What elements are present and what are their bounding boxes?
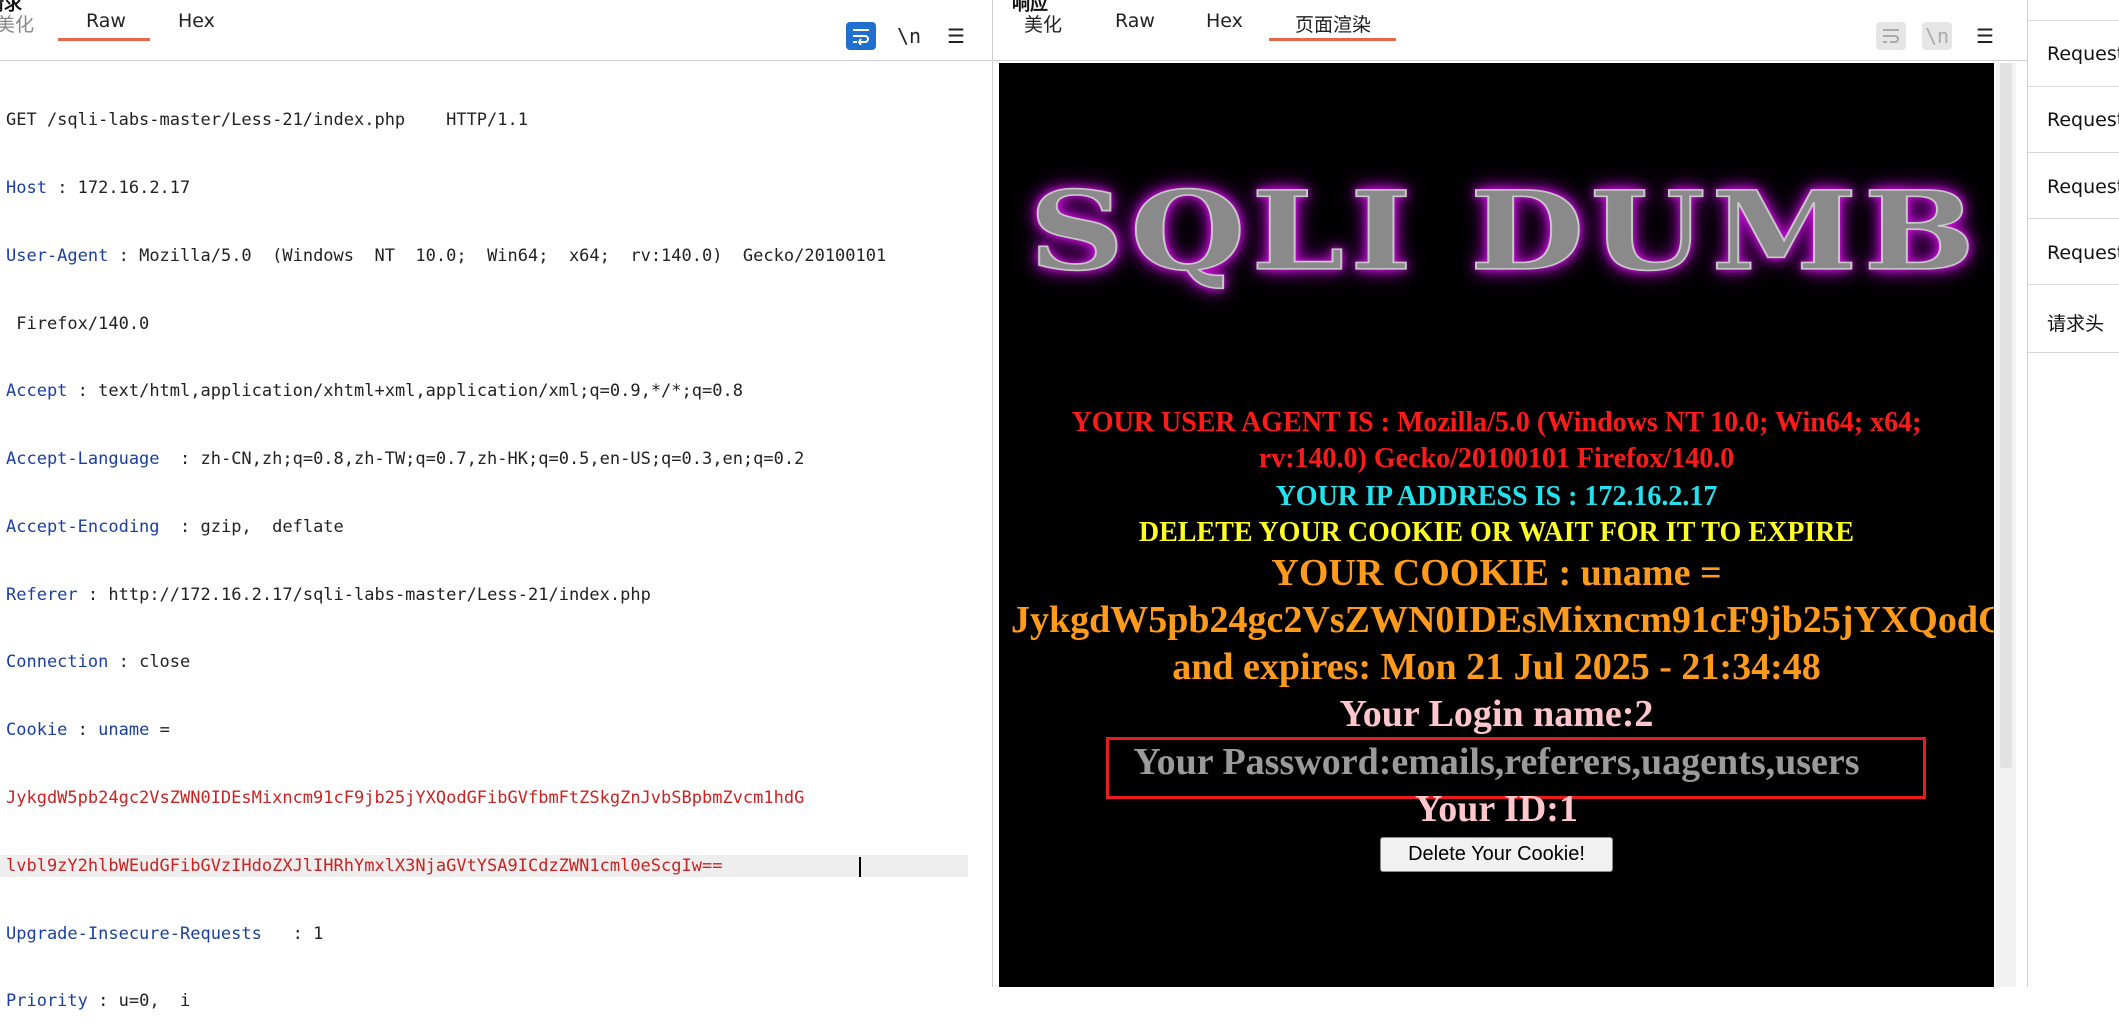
header-key: Connection <box>6 652 109 673</box>
inspector-sidebar <box>2028 0 2119 987</box>
hamburger-menu-icon: ☰ <box>1976 24 1994 48</box>
tab-response-render[interactable]: 页面渲染 <box>1295 10 1371 37</box>
user-agent-line-1: YOUR USER AGENT IS : Mozilla/5.0 (Window… <box>1071 407 1922 438</box>
header-priority: Priority : u=0, i <box>6 991 191 1012</box>
header-key: Upgrade-Insecure-Requests <box>6 923 262 944</box>
header-value: Mozilla/5.0 (Windows NT 10.0; Win64; x64… <box>139 245 887 266</box>
header-referer: Referer : http://172.16.2.17/sqli-labs-m… <box>6 584 651 605</box>
request-tabbar-divider <box>0 60 992 61</box>
header-key: Priority <box>6 991 88 1012</box>
tab-response-raw[interactable]: Raw <box>1115 10 1155 32</box>
header-connection: Connection : close <box>6 652 191 673</box>
header-value: close <box>139 652 191 673</box>
tab-request-raw-underline <box>58 38 150 41</box>
delete-cookie-button[interactable]: Delete Your Cookie! <box>1380 837 1613 872</box>
sidebar-separator <box>2028 284 2119 285</box>
header-accept-encoding: Accept-Encoding : gzip, deflate <box>6 516 344 537</box>
response-menu-button[interactable]: ☰ <box>1970 22 2000 50</box>
request-newline-toggle[interactable]: \n <box>894 22 924 50</box>
tab-response-hex[interactable]: Hex <box>1206 10 1243 32</box>
sidebar-item-request-3[interactable]: Request <box>2047 176 2119 198</box>
sidebar-item-request-2[interactable]: Request <box>2047 109 2119 131</box>
wrap-lines-icon <box>853 29 869 45</box>
header-value: gzip, deflate <box>200 516 344 537</box>
tab-request-raw[interactable]: Raw <box>86 10 126 32</box>
response-wrap-lines-button[interactable] <box>1876 22 1906 50</box>
response-newline-toggle[interactable]: \n <box>1922 22 1952 50</box>
ip-address-line: YOUR IP ADDRESS IS : 172.16.2.17 <box>1275 481 1718 512</box>
hamburger-menu-icon: ☰ <box>947 24 965 48</box>
header-cookie: Cookie : uname = <box>6 720 170 741</box>
header-accept-language: Accept-Language : zh-CN,zh;q=0.8,zh-TW;q… <box>6 449 805 470</box>
header-user-agent: User-Agent : Mozilla/5.0 (Windows NT 10.… <box>6 245 887 266</box>
request-menu-button[interactable]: ☰ <box>941 22 971 50</box>
sidebar-separator <box>2028 352 2119 353</box>
tab-request-pretty[interactable]: 美化 <box>0 10 34 37</box>
wrap-lines-icon <box>1883 29 1899 43</box>
header-value: 172.16.2.17 <box>77 177 191 198</box>
response-tabbar-divider <box>993 60 2028 61</box>
header-key: User-Agent <box>6 245 109 266</box>
sqli-dumb-series-logo: SQLI DUMB SERIES <box>1028 167 1994 296</box>
text-caret <box>859 856 861 877</box>
cookie-value-text: lvbl9zY2hlbWEudGFibGVzIHdoZXJlIHRhYmxlX3… <box>6 855 723 876</box>
header-key: Accept-Encoding <box>6 516 160 537</box>
request-line: GET /sqli-labs-master/Less-21/index.php … <box>6 110 528 131</box>
header-user-agent-cont: Firefox/140.0 <box>6 313 150 334</box>
cookie-name: uname <box>98 720 150 741</box>
user-agent-line-2: rv:140.0) Gecko/20100101 Firefox/140.0 <box>1258 443 1735 474</box>
login-name: Your Login name:2 <box>1339 693 1654 735</box>
header-key: Host <box>6 177 47 198</box>
sidebar-item-request-4[interactable]: Request <box>2047 242 2119 264</box>
header-accept: Accept : text/html,application/xhtml+xml… <box>6 381 743 402</box>
header-host: Host : 172.16.2.17 <box>6 177 191 198</box>
header-value: text/html,application/xhtml+xml,applicat… <box>98 381 743 402</box>
header-key: Accept-Language <box>6 449 160 470</box>
header-value: http://172.16.2.17/sqli-labs-master/Less… <box>108 584 651 605</box>
sidebar-separator <box>2028 86 2119 87</box>
user-id: Your ID:1 <box>1415 788 1578 830</box>
tab-request-hex[interactable]: Hex <box>178 10 215 32</box>
render-scrollbar-thumb[interactable] <box>2000 63 2012 768</box>
delete-cookie-notice: DELETE YOUR COOKIE OR WAIT FOR IT TO EXP… <box>1138 517 1855 548</box>
header-value: zh-CN,zh;q=0.8,zh-TW;q=0.7,zh-HK;q=0.5,e… <box>200 449 805 470</box>
header-value: u=0, i <box>118 991 191 1012</box>
header-key: Cookie <box>6 720 68 741</box>
sidebar-item-request-1[interactable]: Request <box>2047 43 2119 65</box>
request-editor[interactable]: GET /sqli-labs-master/Less-21/index.php … <box>0 64 972 1036</box>
cookie-value-line-2: lvbl9zY2hlbWEudGFibGVzIHdoZXJlIHRhYmxlX3… <box>0 854 968 878</box>
header-key: Referer <box>6 584 78 605</box>
cookie-heading: YOUR COOKIE : uname = <box>1271 552 1722 594</box>
cookie-value-line-1: JykgdW5pb24gc2VsZWN0IDEsMixncm91cF9jb25j… <box>6 788 805 808</box>
sidebar-separator <box>2028 152 2119 153</box>
pane-splitter[interactable] <box>992 0 993 987</box>
tab-response-pretty[interactable]: 美化 <box>1024 10 1062 37</box>
cookie-expiry: and expires: Mon 21 Jul 2025 - 21:34:48 <box>1172 646 1821 688</box>
header-value: 1 <box>313 923 324 944</box>
sidebar-separator <box>2028 218 2119 219</box>
header-key: Accept <box>6 381 68 402</box>
request-wrap-lines-button[interactable] <box>846 22 876 50</box>
sidebar-separator <box>2028 20 2119 21</box>
header-upgrade-insecure-requests: Upgrade-Insecure-Requests : 1 <box>6 923 324 944</box>
rendered-page: SQLI DUMB SERIES YOUR USER AGENT IS : Mo… <box>999 63 1994 987</box>
tab-response-render-underline <box>1269 38 1396 41</box>
cookie-value: JykgdW5pb24gc2VsZWN0IDEsMixncm91cF9jb25j… <box>1011 599 1994 641</box>
sidebar-item-request-headers[interactable]: 请求头 <box>2047 309 2104 336</box>
